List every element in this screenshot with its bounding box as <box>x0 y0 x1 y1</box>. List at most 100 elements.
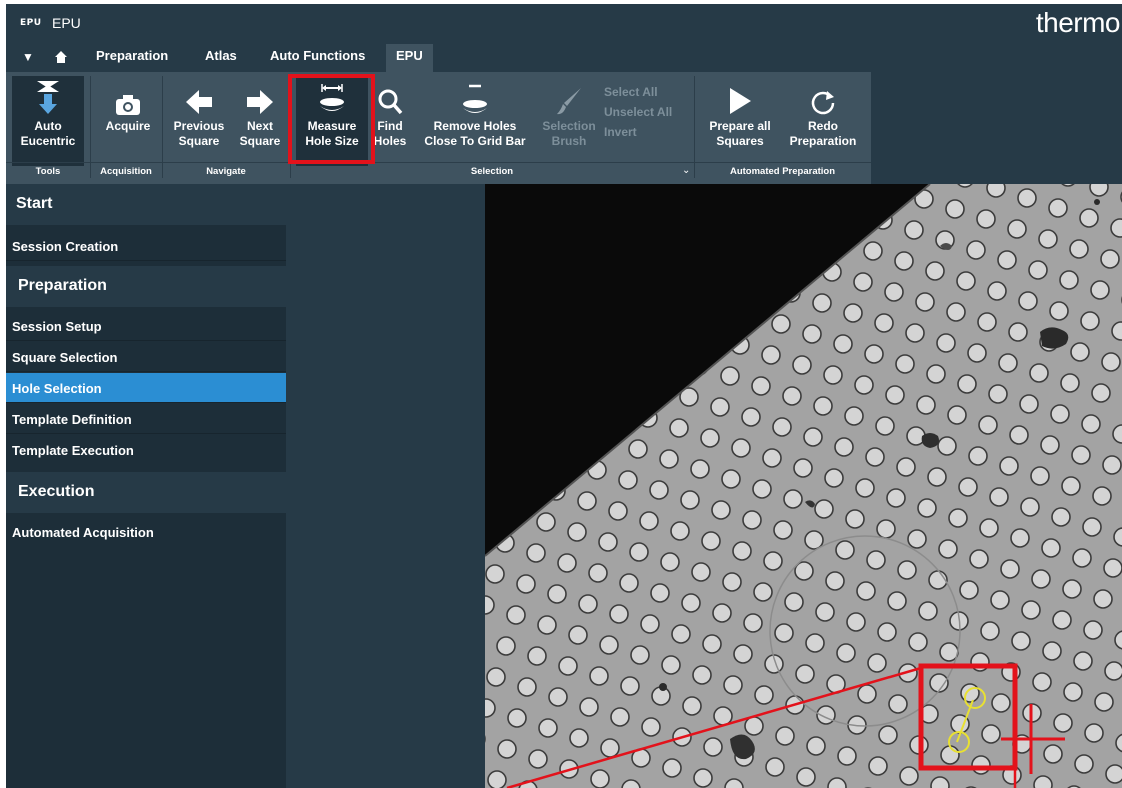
hole[interactable] <box>937 436 957 456</box>
hole[interactable] <box>527 646 547 666</box>
hole[interactable] <box>578 594 598 614</box>
hole[interactable] <box>967 343 987 363</box>
hole[interactable] <box>588 563 608 583</box>
hole[interactable] <box>608 501 628 521</box>
hole[interactable] <box>908 632 928 652</box>
hole[interactable] <box>1100 249 1120 269</box>
hole[interactable] <box>507 708 527 728</box>
hole[interactable] <box>579 697 599 717</box>
hole[interactable] <box>1102 455 1122 475</box>
hole[interactable] <box>978 415 998 435</box>
hole[interactable] <box>1081 414 1101 434</box>
hole[interactable] <box>537 615 557 635</box>
hole[interactable] <box>784 592 804 612</box>
hole[interactable] <box>958 477 978 497</box>
hole[interactable] <box>1033 775 1053 788</box>
hole[interactable] <box>659 449 679 469</box>
hole[interactable] <box>930 776 950 788</box>
sidebar-item-session-setup[interactable]: Session Setup <box>6 311 286 341</box>
hole[interactable] <box>802 324 822 344</box>
hole[interactable] <box>752 479 772 499</box>
hole[interactable] <box>733 644 753 664</box>
hole[interactable] <box>783 489 803 509</box>
hole[interactable] <box>590 769 610 788</box>
chevron-down-icon[interactable]: ⌄ <box>682 165 690 176</box>
hole[interactable] <box>1009 425 1029 445</box>
hole[interactable] <box>981 724 1001 744</box>
hole[interactable] <box>762 448 782 468</box>
hole[interactable] <box>639 511 659 531</box>
hole[interactable] <box>711 500 731 520</box>
hole[interactable] <box>744 716 764 736</box>
hole[interactable] <box>1051 507 1071 527</box>
hole[interactable] <box>761 345 781 365</box>
hole[interactable] <box>803 427 823 447</box>
hole[interactable] <box>763 551 783 571</box>
hole[interactable] <box>916 395 936 415</box>
hole[interactable] <box>834 437 854 457</box>
hole[interactable] <box>940 745 960 765</box>
tab-preparation[interactable]: Preparation <box>96 48 168 63</box>
hole[interactable] <box>1080 311 1100 331</box>
select-all-button[interactable]: Select All <box>604 82 672 102</box>
hole[interactable] <box>867 653 887 673</box>
previous-square-button[interactable]: Previous Square <box>166 76 232 166</box>
hole[interactable] <box>959 580 979 600</box>
sidebar-item-template-definition[interactable]: Template Definition <box>6 404 286 434</box>
hole[interactable] <box>1040 435 1060 455</box>
hole[interactable] <box>693 768 713 788</box>
hole[interactable] <box>1072 548 1092 568</box>
hole[interactable] <box>1018 291 1038 311</box>
hole[interactable] <box>1050 404 1070 424</box>
hole[interactable] <box>835 540 855 560</box>
hole[interactable] <box>772 417 792 437</box>
hole[interactable] <box>1092 486 1112 506</box>
hole[interactable] <box>751 376 771 396</box>
hole[interactable] <box>888 694 908 714</box>
hole[interactable] <box>1030 466 1050 486</box>
unselect-all-button[interactable]: Unselect All <box>604 102 672 122</box>
hole[interactable] <box>796 767 816 787</box>
hole[interactable] <box>486 667 506 687</box>
hole[interactable] <box>813 396 833 416</box>
hole[interactable] <box>948 508 968 528</box>
hole[interactable] <box>845 509 865 529</box>
hole[interactable] <box>721 469 741 489</box>
hole[interactable] <box>1071 445 1091 465</box>
hole[interactable] <box>823 365 843 385</box>
hole[interactable] <box>1008 322 1028 342</box>
hole[interactable] <box>815 602 835 622</box>
hole[interactable] <box>620 676 640 696</box>
hole[interactable] <box>804 530 824 550</box>
hole[interactable] <box>856 581 876 601</box>
hole[interactable] <box>712 603 732 623</box>
hole[interactable] <box>1063 682 1083 702</box>
hole[interactable] <box>731 438 751 458</box>
hole[interactable] <box>896 457 916 477</box>
hole[interactable] <box>1062 579 1082 599</box>
hole[interactable] <box>1083 620 1103 640</box>
hole[interactable] <box>1084 723 1104 743</box>
hole[interactable] <box>610 707 630 727</box>
hole[interactable] <box>875 416 895 436</box>
hole[interactable] <box>989 487 1009 507</box>
hole[interactable] <box>976 209 996 229</box>
redo-preparation-button[interactable]: Redo Preparation <box>780 76 866 166</box>
sidebar-item-template-execution[interactable]: Template Execution <box>6 435 286 465</box>
hole[interactable] <box>701 531 721 551</box>
hole[interactable] <box>945 199 965 219</box>
hole[interactable] <box>1089 184 1109 197</box>
hole[interactable] <box>1091 383 1111 403</box>
hole[interactable] <box>1010 528 1030 548</box>
hole[interactable] <box>905 323 925 343</box>
hole[interactable] <box>630 645 650 665</box>
hole[interactable] <box>946 302 966 322</box>
hole[interactable] <box>775 726 795 746</box>
hole[interactable] <box>956 271 976 291</box>
hole[interactable] <box>987 281 1007 301</box>
hole[interactable] <box>824 468 844 488</box>
hole[interactable] <box>793 458 813 478</box>
hole[interactable] <box>825 571 845 591</box>
hole[interactable] <box>866 550 886 570</box>
hole[interactable] <box>506 605 526 625</box>
